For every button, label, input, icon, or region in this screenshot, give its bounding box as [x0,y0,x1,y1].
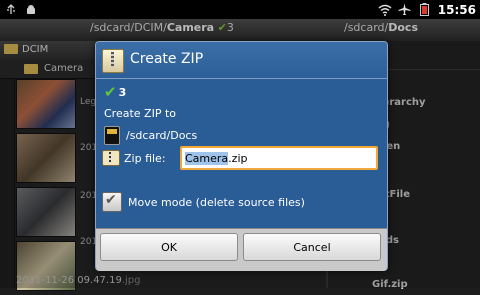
zip-file-input[interactable]: Camera .zip [180,146,378,170]
clock: 15:56 [437,2,476,17]
ok-button[interactable]: OK [100,233,238,261]
zip-archive-icon [102,49,124,73]
dialog-title: Create ZIP [130,51,204,67]
zip-file-label: Zip file: [124,151,166,165]
create-zip-dialog: Create ZIP ✔ 3 Create ZIP to /sdcard/Doc… [95,41,388,271]
create-to-label: Create ZIP to [104,107,176,120]
cancel-button[interactable]: Cancel [243,233,381,261]
airplane-icon [398,3,412,16]
move-mode-row[interactable]: Move mode (delete source files) [102,192,305,212]
battery-icon [418,3,432,16]
selected-count: ✔ 3 [104,83,127,101]
destination-path: /sdcard/Docs [126,129,198,142]
check-icon: ✔ [104,83,117,101]
zip-file-icon [102,150,120,166]
status-bar: 15:56 [0,0,480,19]
usb-icon [4,3,18,16]
button-bar: OK Cancel [96,228,387,271]
wifi-icon [378,3,392,16]
move-mode-label: Move mode (delete source files) [128,195,305,209]
sdcard-icon [104,126,120,145]
move-mode-checkbox[interactable] [102,192,122,212]
zip-file-row: Zip file: [102,150,166,166]
dialog-header: Create ZIP [96,42,387,79]
selected-text: Camera [185,151,229,165]
android-debug-icon [24,3,38,16]
destination-row: /sdcard/Docs [104,126,197,145]
